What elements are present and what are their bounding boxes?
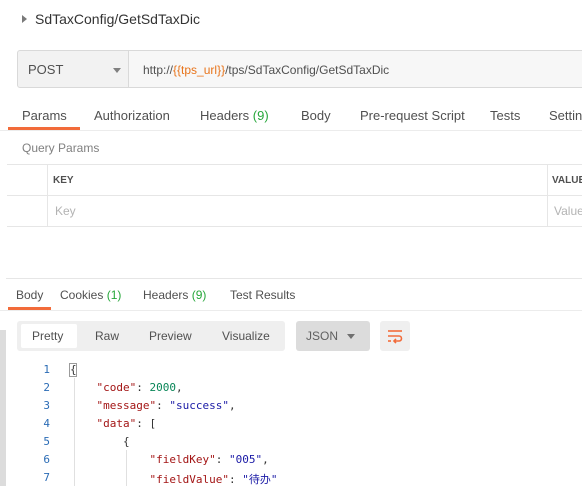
tab-response-headers[interactable]: Headers (9) [143, 288, 206, 302]
tab-cookies-label: Cookies [60, 288, 104, 302]
tabs-divider [0, 130, 582, 131]
left-edge-divider [0, 330, 6, 486]
code-line: "code": 2000, [70, 381, 183, 394]
table-border [7, 195, 582, 196]
code-line: "fieldValue": "待办" [70, 471, 277, 487]
view-preview-button[interactable]: Preview [149, 329, 192, 343]
code-token: 2000 [149, 381, 177, 394]
method-label: POST [28, 62, 64, 77]
method-select[interactable]: POST [17, 50, 129, 88]
url-prefix: http:// [143, 63, 174, 77]
line-number: 6 [43, 453, 50, 466]
code-token: "data" [96, 417, 137, 430]
code-token: : [215, 453, 229, 466]
line-number: 3 [43, 399, 50, 412]
code-token: "success" [169, 399, 229, 412]
tab-response-body[interactable]: Body [16, 288, 43, 302]
table-border [7, 226, 582, 227]
tab-test-results[interactable]: Test Results [230, 288, 295, 302]
tab-settings[interactable]: Settin [549, 108, 582, 123]
format-label: JSON [306, 329, 339, 343]
chevron-down-icon [347, 334, 355, 339]
code-token: , [262, 453, 269, 466]
line-number: 4 [43, 417, 50, 430]
code-token: { [122, 435, 130, 448]
code-token: : [228, 473, 243, 486]
code-token: "005" [228, 453, 263, 466]
headers-count-badge: (9) [252, 108, 269, 123]
chevron-down-icon [113, 68, 121, 73]
code-token: , [176, 381, 183, 394]
code-token: : [ [136, 417, 157, 430]
line-number: 2 [43, 381, 50, 394]
line-number: 1 [43, 363, 50, 376]
request-title-row[interactable]: SdTaxConfig/GetSdTaxDic [22, 10, 200, 28]
tab-headers-label: Headers [200, 108, 250, 123]
tab-prerequest-script[interactable]: Pre-request Script [360, 108, 465, 123]
caret-right-icon[interactable] [22, 15, 27, 23]
table-border [47, 164, 48, 226]
column-header-key: KEY [53, 175, 74, 186]
code-token: "message" [96, 399, 157, 412]
value-input[interactable]: Value [554, 204, 582, 218]
url-text: http://{{tps_url}}/tps/SdTaxConfig/GetSd… [143, 63, 389, 77]
code-token: "fieldKey" [149, 453, 216, 466]
pane-splitter[interactable] [6, 278, 582, 279]
request-title: SdTaxConfig/GetSdTaxDic [35, 11, 200, 27]
code-token: { [70, 363, 77, 376]
url-path: /tps/SdTaxConfig/GetSdTaxDic [225, 63, 390, 77]
tab-response-headers-label: Headers [143, 288, 189, 302]
tab-params[interactable]: Params [22, 108, 67, 123]
code-line: "fieldKey": "005", [70, 453, 269, 466]
response-headers-count-badge: (9) [191, 288, 207, 302]
tab-authorization[interactable]: Authorization [94, 108, 170, 123]
table-border [7, 164, 582, 165]
url-input[interactable]: http://{{tps_url}}/tps/SdTaxConfig/GetSd… [129, 50, 582, 88]
view-visualize-button[interactable]: Visualize [222, 329, 270, 343]
code-token: : [156, 399, 170, 412]
tab-cookies[interactable]: Cookies (1) [60, 288, 121, 302]
code-token: "fieldValue" [149, 473, 229, 486]
code-line: "message": "success", [70, 399, 236, 412]
line-number: 7 [43, 471, 50, 484]
url-variable: {{tps_url}} [173, 63, 226, 77]
query-params-label: Query Params [22, 141, 100, 155]
key-input[interactable]: Key [55, 204, 76, 218]
view-pretty-label[interactable]: Pretty [32, 329, 63, 343]
code-token: , [228, 399, 236, 412]
code-line: { [70, 435, 130, 448]
column-header-value: VALUE [552, 175, 582, 186]
code-token: "待办" [242, 473, 278, 486]
response-tabs-divider [0, 310, 582, 311]
indent-guide [74, 378, 75, 486]
tab-body[interactable]: Body [301, 108, 331, 123]
view-raw-button[interactable]: Raw [95, 329, 119, 343]
code-token: : [136, 381, 150, 394]
wrap-lines-icon [388, 330, 403, 344]
table-border [547, 164, 548, 226]
tab-tests[interactable]: Tests [490, 108, 520, 123]
line-number: 5 [43, 435, 50, 448]
code-line: { [70, 363, 77, 376]
cookies-count-badge: (1) [106, 288, 122, 302]
code-line: "data": [ [70, 417, 157, 430]
tab-headers[interactable]: Headers (9) [200, 108, 269, 123]
code-token: "code" [96, 381, 137, 394]
